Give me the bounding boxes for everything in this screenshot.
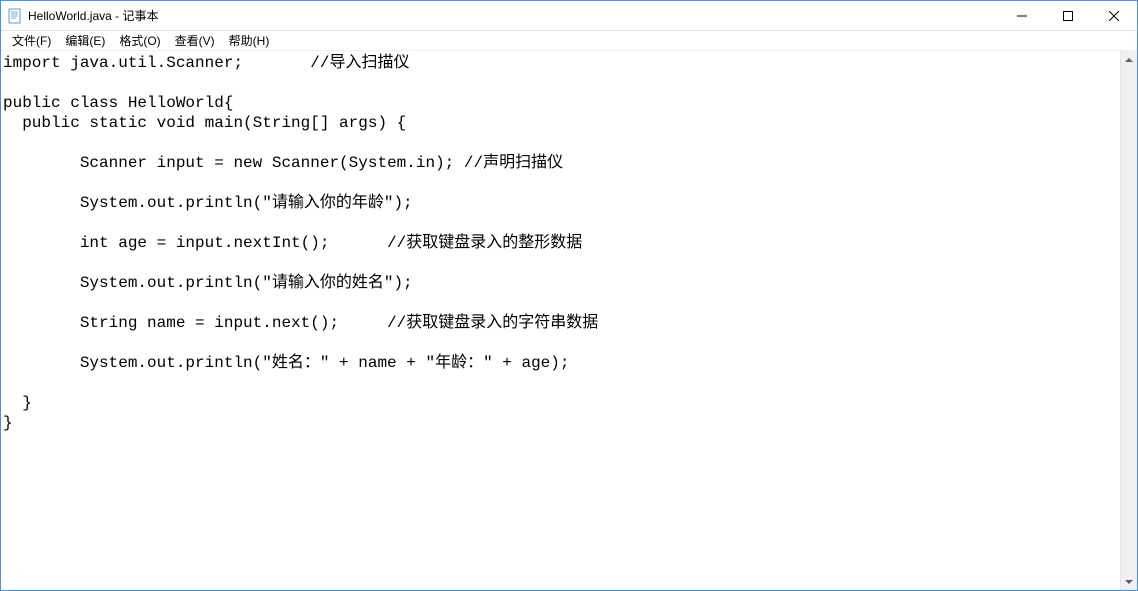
close-button[interactable] [1091,1,1137,30]
menu-view[interactable]: 查看(V) [168,30,222,51]
notepad-icon [7,8,23,24]
maximize-button[interactable] [1045,1,1091,30]
text-editor[interactable]: import java.util.Scanner; //导入扫描仪 public… [1,51,1120,590]
menu-help[interactable]: 帮助(H) [222,30,277,51]
titlebar: HelloWorld.java - 记事本 [1,1,1137,31]
scroll-up-arrow[interactable] [1121,51,1137,68]
scroll-down-arrow[interactable] [1121,573,1137,590]
menu-file[interactable]: 文件(F) [5,30,58,51]
window-title: HelloWorld.java - 记事本 [28,7,999,24]
menu-edit[interactable]: 编辑(E) [58,30,112,51]
vertical-scrollbar[interactable] [1120,51,1137,590]
menu-format[interactable]: 格式(O) [112,30,167,51]
content-area: import java.util.Scanner; //导入扫描仪 public… [1,51,1137,590]
minimize-button[interactable] [999,1,1045,30]
window-controls [999,1,1137,30]
menubar: 文件(F) 编辑(E) 格式(O) 查看(V) 帮助(H) [1,31,1137,51]
scroll-track[interactable] [1121,68,1137,573]
